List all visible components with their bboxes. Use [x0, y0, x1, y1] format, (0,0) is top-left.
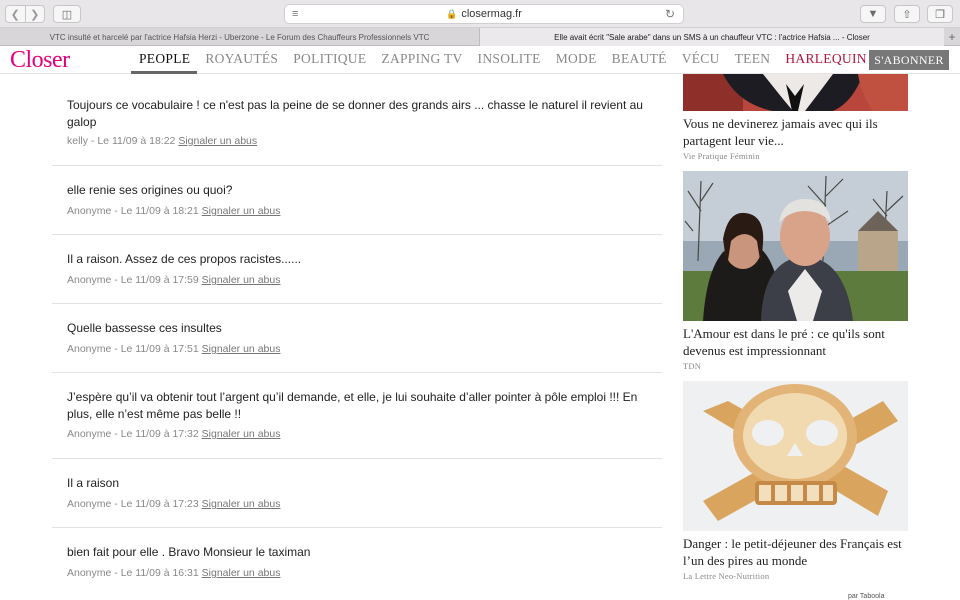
address-bar[interactable]: ≡ 🔒 closermag.fr ↻ — [284, 4, 684, 24]
comment-item: Il a raison Anonyme - Le 11/09 à 17:23 S… — [52, 458, 662, 527]
taboola-attribution[interactable]: par Taboola — [848, 593, 884, 600]
download-icon[interactable]: ▼ — [860, 5, 886, 23]
comment-author: Anonyme — [67, 343, 112, 355]
comment-text: Quelle bassesse ces insultes — [67, 321, 222, 335]
comment-author: Anonyme — [67, 567, 112, 579]
comment-item: elle renie ses origines ou quoi? Anonyme… — [52, 165, 662, 234]
comment-text: J’espère qu’il va obtenir tout l’argent … — [67, 390, 638, 421]
browser-toolbar: ❮ ❯ ◫ ≡ 🔒 closermag.fr ↻ ▼ ⇧ ❐ — [0, 0, 960, 28]
comment-item: J’espère qu’il va obtenir tout l’argent … — [52, 372, 662, 458]
sponsored-title[interactable]: Danger : le petit-déjeuner des Français … — [683, 535, 908, 569]
share-icon[interactable]: ⇧ — [894, 5, 920, 23]
sidebar-toggle-icon[interactable]: ◫ — [53, 5, 81, 23]
new-tab-icon[interactable]: + — [944, 28, 960, 46]
tab-uberzone[interactable]: VTC insulté et harcelé par l'actrice Haf… — [0, 28, 480, 46]
report-abuse-link[interactable]: Signaler un abus — [202, 428, 281, 440]
comment-date: - Le 11/09 à 17:32 — [111, 428, 202, 440]
sponsored-source: La Lettre Neo-Nutrition — [683, 571, 770, 581]
comment-author: Anonyme — [67, 205, 112, 217]
comment-item: Il a raison. Assez de ces propos raciste… — [52, 234, 662, 303]
sponsored-image-farm-couple[interactable] — [683, 171, 908, 321]
comment-text: bien fait pour elle . Bravo Monsieur le … — [67, 545, 311, 559]
report-abuse-link[interactable]: Signaler un abus — [202, 205, 281, 217]
comment-meta: Anonyme - Le 11/09 à 18:21 Signaler un a… — [67, 205, 280, 217]
sponsored-title[interactable]: L'Amour est dans le pré : ce qu'ils sont… — [683, 325, 908, 359]
back-icon[interactable]: ❮ — [6, 6, 25, 22]
nav-mode[interactable]: MODE — [548, 46, 604, 74]
site-header: Closer PEOPLE ROYAUTÉS POLITIQUE ZAPPING… — [0, 46, 960, 74]
nav-zapping-tv[interactable]: ZAPPING TV — [373, 46, 469, 74]
sponsored-title[interactable]: Vous ne devinerez jamais avec qui ils pa… — [683, 115, 908, 149]
comment-author: Anonyme — [67, 498, 112, 510]
comment-date: - Le 11/09 à 17:59 — [111, 274, 202, 286]
comment-meta: Anonyme - Le 11/09 à 17:51 Signaler un a… — [67, 343, 280, 355]
sponsored-image-toast-skull[interactable] — [683, 381, 908, 531]
comment-meta: Anonyme - Le 11/09 à 17:59 Signaler un a… — [67, 274, 280, 286]
nav-vecu[interactable]: VÉCU — [674, 46, 727, 74]
comment-meta: Anonyme - Le 11/09 à 17:23 Signaler un a… — [67, 498, 280, 510]
tab-bar: VTC insulté et harcelé par l'actrice Haf… — [0, 28, 960, 46]
sponsored-image-couple-suit[interactable] — [683, 74, 908, 111]
report-abuse-link[interactable]: Signaler un abus — [178, 135, 257, 147]
site-logo[interactable]: Closer — [10, 47, 70, 74]
comment-item: Quelle bassesse ces insultes Anonyme - L… — [52, 303, 662, 372]
report-abuse-link[interactable]: Signaler un abus — [202, 274, 281, 286]
comment-text: Il a raison. Assez de ces propos raciste… — [67, 252, 302, 266]
subscribe-button[interactable]: S'ABONNER — [869, 50, 949, 70]
comment-item: Toujours ce vocabulaire ! ce n'est pas l… — [52, 92, 662, 166]
sponsored-source: Vie Pratique Féminin — [683, 151, 760, 161]
nav-politique[interactable]: POLITIQUE — [285, 46, 373, 74]
comment-text: Il a raison — [67, 476, 120, 490]
comment-meta: Anonyme - Le 11/09 à 17:32 Signaler un a… — [67, 428, 280, 440]
nav-beaute[interactable]: BEAUTÉ — [604, 46, 674, 74]
tabs-overview-icon[interactable]: ❐ — [927, 5, 953, 23]
comment-author: Anonyme — [67, 428, 112, 440]
comment-date: - Le 11/09 à 18:21 — [111, 205, 202, 217]
comment-text: Toujours ce vocabulaire ! ce n'est pas l… — [67, 98, 643, 129]
forward-icon[interactable]: ❯ — [24, 6, 45, 22]
reader-icon[interactable]: ≡ — [292, 8, 298, 20]
report-abuse-link[interactable]: Signaler un abus — [202, 343, 281, 355]
main-nav: PEOPLE ROYAUTÉS POLITIQUE ZAPPING TV INS… — [131, 46, 874, 74]
tab-closer[interactable]: Elle avait écrit "Sale arabe" dans un SM… — [480, 28, 944, 46]
comment-date: - Le 11/09 à 17:23 — [111, 498, 202, 510]
reload-icon[interactable]: ↻ — [665, 7, 675, 21]
comment-author: kelly — [67, 135, 89, 147]
comment-item: bien fait pour elle . Bravo Monsieur le … — [52, 527, 662, 600]
nav-royautes[interactable]: ROYAUTÉS — [197, 46, 285, 74]
url-text: closermag.fr — [461, 8, 522, 20]
nav-insolite[interactable]: INSOLITE — [470, 46, 548, 74]
report-abuse-link[interactable]: Signaler un abus — [202, 498, 281, 510]
history-nav: ❮ ❯ — [5, 5, 45, 23]
comment-date: - Le 11/09 à 18:22 — [88, 135, 179, 147]
comment-meta: kelly - Le 11/09 à 18:22 Signaler un abu… — [67, 135, 257, 147]
report-abuse-link[interactable]: Signaler un abus — [202, 567, 281, 579]
comment-text: elle renie ses origines ou quoi? — [67, 183, 233, 197]
nav-teen[interactable]: TEEN — [727, 46, 778, 74]
comment-date: - Le 11/09 à 16:31 — [111, 567, 202, 579]
nav-harlequin[interactable]: HARLEQUIN — [777, 46, 873, 74]
comment-date: - Le 11/09 à 17:51 — [111, 343, 202, 355]
nav-people[interactable]: PEOPLE — [131, 46, 198, 74]
lock-icon: 🔒 — [446, 8, 458, 19]
comment-author: Anonyme — [67, 274, 112, 286]
sponsored-source: TDN — [683, 361, 702, 371]
comment-meta: Anonyme - Le 11/09 à 16:31 Signaler un a… — [67, 567, 280, 579]
